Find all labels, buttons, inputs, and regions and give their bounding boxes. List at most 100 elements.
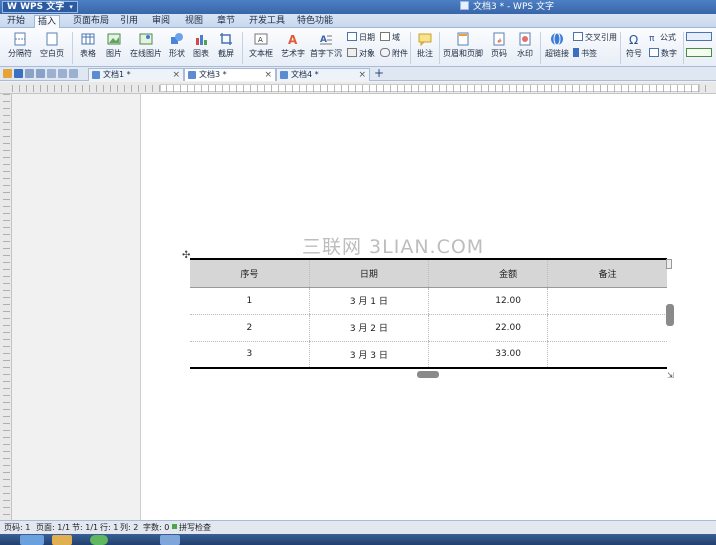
symbol-button[interactable]: Ω 符号 <box>622 32 646 59</box>
table-icon <box>81 33 95 45</box>
chart-button[interactable]: 图表 <box>190 32 212 59</box>
table-cell[interactable]: 3 月 1 日 <box>308 287 429 315</box>
wps-logo-icon: W <box>7 2 17 12</box>
number-button[interactable]: 数字 <box>649 48 677 60</box>
table-cell[interactable]: 22.00 <box>427 314 548 342</box>
table-button[interactable]: 表格 <box>76 32 100 59</box>
textbox-icon: A <box>254 33 268 45</box>
object-icon <box>347 48 357 57</box>
checkbox-controls-group[interactable] <box>686 48 714 60</box>
table-header-cell[interactable]: 日期 <box>308 258 429 288</box>
close-icon[interactable]: × <box>264 69 272 81</box>
table-header-cell[interactable]: 备注 <box>547 258 667 288</box>
menu-review[interactable]: 审阅 <box>149 14 173 28</box>
print-preview-icon[interactable] <box>36 69 45 78</box>
open-icon[interactable] <box>3 69 12 78</box>
document-table[interactable]: 序号 日期 金额 备注 1 3 月 1 日 12.00 2 3 月 2 日 22… <box>190 258 667 369</box>
table-top-handle[interactable] <box>666 259 672 269</box>
table-resize-icon[interactable]: ⇲ <box>667 371 674 380</box>
cross-reference-icon <box>573 32 583 41</box>
explorer-taskbar-icon[interactable] <box>52 535 72 545</box>
header-footer-button[interactable]: 页眉和页脚 <box>441 32 485 59</box>
table-cell[interactable] <box>547 341 667 369</box>
menu-home[interactable]: 开始 <box>4 14 28 28</box>
blank-page-icon <box>46 32 58 46</box>
window-title: 文档3 * - WPS 文字 <box>460 1 554 13</box>
vertical-ruler[interactable] <box>0 94 12 520</box>
blank-page-button[interactable]: 空白页 <box>38 32 66 59</box>
dropcap-icon: A <box>320 35 332 45</box>
picture-button[interactable]: 图片 <box>102 32 126 59</box>
table-header-cell[interactable]: 序号 <box>190 258 310 288</box>
chevron-down-icon: ▾ <box>69 3 73 11</box>
watermark-button[interactable]: 水印 <box>513 32 537 59</box>
redo-icon[interactable] <box>69 69 78 78</box>
horizontal-ruler[interactable] <box>0 82 716 94</box>
browser-taskbar-icon[interactable] <box>90 535 108 545</box>
table-cell[interactable]: 12.00 <box>427 287 548 315</box>
ribbon-insert: 分隔符 空白页 表格 图片 在线图片 形状 图表 截屏 A 文本框 A 艺术字 … <box>0 28 716 67</box>
hyperlink-button[interactable]: 超链接 <box>543 32 571 59</box>
app-menu-button[interactable]: W WPS 文字 ▾ <box>2 1 78 13</box>
ribbon-separator <box>540 32 541 64</box>
tab-document3[interactable]: 文档3 * × <box>184 68 276 81</box>
formula-button[interactable]: π 公式 <box>649 32 676 44</box>
menu-developer[interactable]: 开发工具 <box>246 14 288 28</box>
save-icon[interactable] <box>14 69 23 78</box>
status-page: 页码: 1 <box>4 523 31 532</box>
close-icon[interactable]: × <box>358 69 366 81</box>
wps-taskbar-icon[interactable] <box>160 535 180 545</box>
textbox-button[interactable]: A 文本框 <box>245 32 277 59</box>
svg-text:A: A <box>288 33 298 46</box>
tab-document4[interactable]: 文档4 * × <box>276 68 370 81</box>
menu-bar: 开始 插入 页面布局 引用 审阅 视图 章节 开发工具 特色功能 <box>0 14 716 29</box>
page-break-button[interactable]: 分隔符 <box>4 32 36 59</box>
table-cell[interactable]: 3 月 2 日 <box>308 314 429 342</box>
table-cell[interactable]: 3 月 3 日 <box>308 341 429 369</box>
table-cell[interactable]: 3 <box>190 341 310 369</box>
add-tab-icon[interactable]: + <box>374 67 384 80</box>
print-icon[interactable] <box>25 69 34 78</box>
menu-section[interactable]: 章节 <box>214 14 238 28</box>
table-row: 2 3 月 2 日 22.00 <box>190 314 667 342</box>
form-controls-group[interactable] <box>686 32 714 44</box>
menu-page-layout[interactable]: 页面布局 <box>70 14 112 28</box>
format-painter-icon[interactable] <box>47 69 56 78</box>
tab-document1[interactable]: 文档1 * × <box>88 68 184 81</box>
menu-insert[interactable]: 插入 <box>34 15 61 29</box>
online-picture-button[interactable]: 在线图片 <box>128 32 164 59</box>
table-cell[interactable]: 33.00 <box>427 341 548 369</box>
status-pages: 页面: 1/1 <box>36 523 71 532</box>
add-column-handle[interactable] <box>417 371 439 378</box>
dropcap-button[interactable]: A 首字下沉 <box>309 32 343 59</box>
date-button[interactable]: 日期 <box>347 32 375 44</box>
menu-view[interactable]: 视图 <box>182 14 206 28</box>
close-icon[interactable]: × <box>172 69 180 81</box>
object-button[interactable]: 对象 <box>347 48 375 60</box>
page-number-button[interactable]: # 页码 <box>487 32 511 59</box>
ribbon-separator <box>439 32 440 64</box>
table-cell[interactable] <box>547 287 667 315</box>
wordart-button[interactable]: A 艺术字 <box>279 32 307 59</box>
bookmark-flag-icon <box>573 48 579 57</box>
start-button[interactable] <box>20 535 44 545</box>
ribbon-separator <box>683 32 684 64</box>
table-cell[interactable] <box>547 314 667 342</box>
add-row-handle[interactable] <box>666 304 674 326</box>
comment-button[interactable]: 批注 <box>413 32 437 59</box>
table-header-cell[interactable]: 金额 <box>427 258 548 288</box>
table-cell[interactable]: 2 <box>190 314 310 342</box>
bookmark-button[interactable]: 书签 <box>573 48 597 60</box>
cross-reference-button[interactable]: 交叉引用 <box>573 32 617 44</box>
undo-icon[interactable] <box>58 69 67 78</box>
screenshot-button[interactable]: 截屏 <box>214 32 238 59</box>
table-cell[interactable]: 1 <box>190 287 310 315</box>
attachment-button[interactable]: 附件 <box>380 48 408 60</box>
header-footer-icon <box>457 32 469 46</box>
menu-references[interactable]: 引用 <box>117 14 141 28</box>
spell-check-toggle[interactable]: 拼写检查 <box>172 522 211 534</box>
field-button[interactable]: 域 <box>380 32 400 44</box>
menu-special[interactable]: 特色功能 <box>294 14 336 28</box>
shapes-button[interactable]: 形状 <box>166 32 188 59</box>
paperclip-icon <box>380 48 390 57</box>
